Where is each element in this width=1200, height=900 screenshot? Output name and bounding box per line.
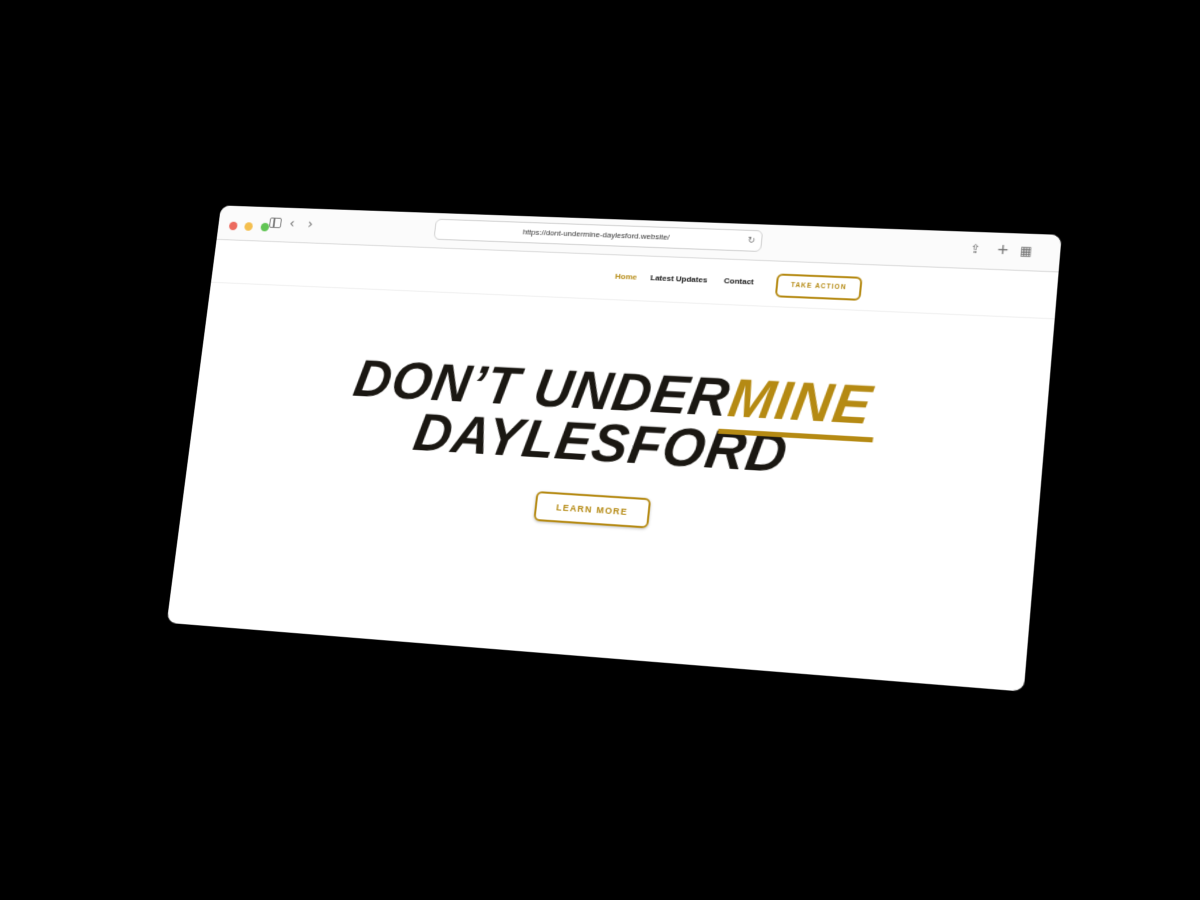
headline-accent-word: MINE [724, 368, 876, 436]
tab-grid-icon[interactable]: ▦ [1019, 243, 1032, 260]
nav-contact-link[interactable]: Contact [723, 276, 754, 286]
address-bar[interactable]: https://dont-undermine-daylesford.websit… [433, 219, 763, 252]
take-action-button[interactable]: TAKE ACTION [775, 273, 863, 300]
nav-home-link[interactable]: Home [615, 272, 638, 282]
stage-background: ‹ › https://dont-undermine-daylesford.we… [0, 0, 1200, 900]
nav-latest-updates-link[interactable]: Latest Updates [650, 273, 708, 284]
chevron-left-icon[interactable]: ‹ [289, 216, 296, 231]
minimize-window-button[interactable] [244, 222, 253, 231]
window-controls [228, 218, 273, 236]
url-text: https://dont-undermine-daylesford.websit… [522, 228, 670, 242]
close-window-button[interactable] [229, 222, 238, 231]
maximize-window-button[interactable] [260, 223, 269, 232]
sidebar-icon[interactable] [269, 217, 282, 228]
browser-window: ‹ › https://dont-undermine-daylesford.we… [167, 205, 1062, 691]
hero-headline: DON’T UNDERMINE DAYLESFORD [187, 346, 1053, 496]
hero-section: DON’T UNDERMINE DAYLESFORD LEARN MORE [183, 346, 1049, 555]
chevron-right-icon[interactable]: › [307, 217, 314, 232]
learn-more-button[interactable]: LEARN MORE [533, 491, 651, 528]
reload-icon[interactable]: ↻ [747, 231, 757, 251]
share-icon[interactable]: ⇪ [970, 241, 982, 257]
plus-icon[interactable]: + [996, 242, 1010, 259]
